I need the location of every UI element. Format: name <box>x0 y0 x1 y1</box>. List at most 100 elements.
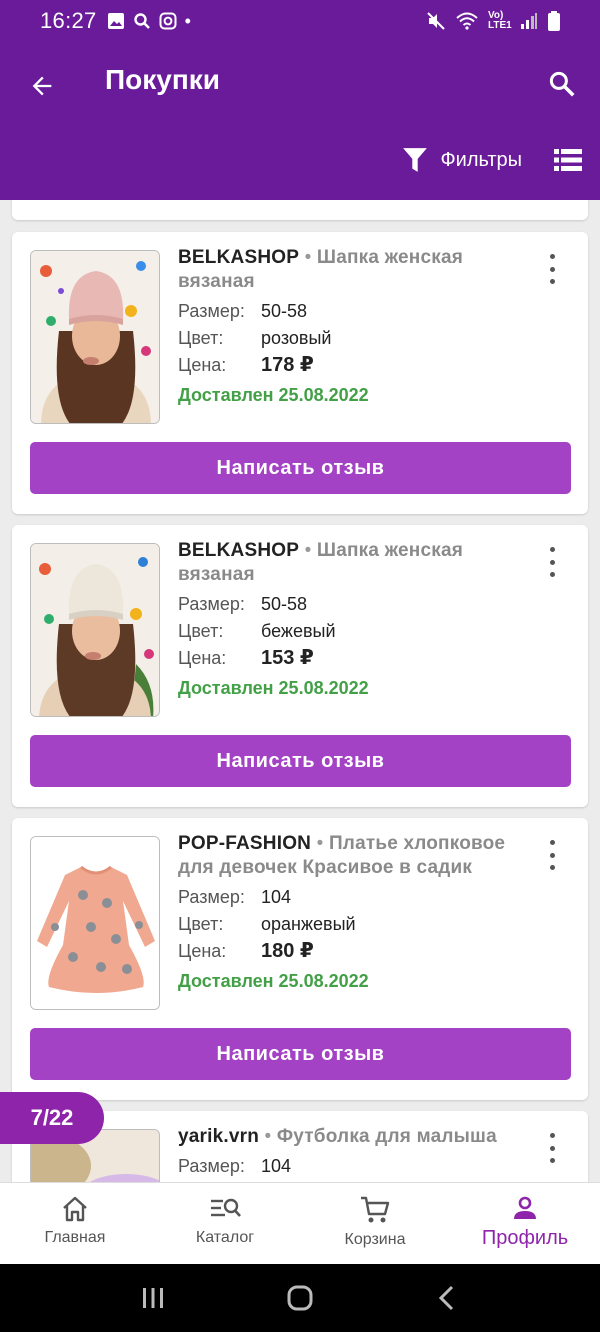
catalog-search-icon <box>211 1198 241 1217</box>
product-name[interactable]: POP-FASHION • Платье хлопковое для девоч… <box>178 832 528 880</box>
more-options-icon[interactable] <box>540 840 564 870</box>
product-info: BELKASHOP • Шапка женская вязаная Размер… <box>178 539 528 699</box>
filters-label: Фильтры <box>440 148 522 171</box>
price-row: Цена: 153 ₽ <box>178 645 528 672</box>
bottom-navigation: Главная Каталог Корзина Профиль <box>0 1182 600 1264</box>
back-nav-icon[interactable] <box>435 1284 459 1312</box>
nav-label: Каталог <box>195 1229 255 1246</box>
nav-label: Профиль <box>481 1227 569 1249</box>
product-image[interactable] <box>30 543 160 717</box>
list-view-icon <box>554 149 582 171</box>
size-row: Размер: 104 <box>178 1153 528 1180</box>
color-value: бежевый <box>261 621 336 641</box>
recent-apps-icon[interactable] <box>141 1286 165 1310</box>
nav-item-cart[interactable]: Корзина <box>300 1183 450 1264</box>
app-bar: Покупки Фильтры <box>0 42 600 200</box>
price-label: Цена: <box>178 355 227 375</box>
system-navigation-bar <box>0 1264 600 1332</box>
notification-icons: • <box>107 11 191 32</box>
home-button-icon[interactable] <box>286 1284 314 1312</box>
back-button[interactable] <box>22 66 62 106</box>
price-value: 153 ₽ <box>261 647 314 669</box>
product-name[interactable]: BELKASHOP • Шапка женская вязаная <box>178 246 528 294</box>
size-label: Размер: <box>178 594 245 614</box>
delivery-status: Доставлен 25.08.2022 <box>178 678 369 698</box>
price-value: 180 ₽ <box>261 940 314 962</box>
write-review-button[interactable]: Написать отзыв <box>30 442 571 494</box>
brand-name: yarik.vrn <box>178 1126 260 1147</box>
product-info: POP-FASHION • Платье хлопковое для девоч… <box>178 832 528 992</box>
brand-name: POP-FASHION <box>178 833 312 854</box>
search-icon <box>549 71 575 97</box>
size-value: 50-58 <box>261 301 308 321</box>
brand-name: BELKASHOP <box>178 540 300 561</box>
nav-label: Главная <box>44 1229 106 1246</box>
delivery-status: Доставлен 25.08.2022 <box>178 971 369 991</box>
color-row: Цвет: бежевый <box>178 618 528 645</box>
product-name[interactable]: BELKASHOP • Шапка женская вязаная <box>178 539 528 587</box>
size-row: Размер: 50-58 <box>178 298 528 325</box>
price-row: Цена: 180 ₽ <box>178 938 528 965</box>
search-button[interactable] <box>542 64 582 104</box>
nav-item-profile[interactable]: Профиль <box>450 1183 600 1264</box>
size-label: Размер: <box>178 301 245 321</box>
dot-icon: • <box>184 10 191 31</box>
purchase-card: BELKASHOP • Шапка женская вязаная Размер… <box>12 525 588 807</box>
nav-item-home[interactable]: Главная <box>0 1183 150 1264</box>
status-bar: 16:27 • Vo) LTE1 <box>0 0 600 42</box>
delivery-status: Доставлен 25.08.2022 <box>178 385 369 405</box>
view-mode-button[interactable] <box>554 148 582 177</box>
color-label: Цвет: <box>178 621 224 641</box>
purchases-list[interactable]: BELKASHOP • Шапка женская вязаная Размер… <box>0 200 600 1182</box>
network-label: Vo) LTE1 <box>488 10 512 31</box>
filter-icon <box>403 148 428 172</box>
nav-item-catalog[interactable]: Каталог <box>150 1183 300 1264</box>
mute-icon <box>427 12 445 30</box>
clock: 16:27 <box>40 8 97 33</box>
color-value: оранжевый <box>261 914 356 934</box>
search-notification-icon <box>133 13 150 29</box>
color-row: Цвет: розовый <box>178 325 528 352</box>
brand-name: BELKASHOP <box>178 247 300 268</box>
signal-icon <box>521 13 537 29</box>
price-label: Цена: <box>178 941 227 961</box>
product-image[interactable] <box>30 250 160 424</box>
write-review-button[interactable]: Написать отзыв <box>30 1028 571 1080</box>
product-info: yarik.vrn • Футболка для малыша Размер: 1… <box>178 1125 528 1180</box>
filters-button[interactable]: Фильтры <box>402 146 522 174</box>
wifi-icon <box>456 12 478 30</box>
purchase-card: POP-FASHION • Платье хлопковое для девоч… <box>12 818 588 1100</box>
more-options-icon[interactable] <box>540 547 564 577</box>
size-value: 104 <box>261 1156 292 1176</box>
product-image[interactable] <box>30 836 160 1010</box>
color-row: Цвет: оранжевый <box>178 911 528 938</box>
battery-icon <box>548 11 560 31</box>
color-label: Цвет: <box>178 914 224 934</box>
page-counter-badge: 7/22 <box>0 1092 104 1144</box>
profile-icon <box>514 1196 536 1219</box>
write-review-button[interactable]: Написать отзыв <box>30 735 571 787</box>
instagram-icon <box>159 12 177 30</box>
page-title: Покупки <box>105 64 220 95</box>
price-value: 178 ₽ <box>261 354 314 376</box>
cart-icon <box>361 1196 390 1223</box>
color-label: Цвет: <box>178 328 224 348</box>
arrow-back-icon <box>32 76 52 96</box>
size-value: 104 <box>261 887 292 907</box>
color-value: розовый <box>261 328 332 348</box>
more-options-icon[interactable] <box>540 1133 564 1163</box>
nav-label: Корзина <box>344 1231 406 1248</box>
size-value: 50-58 <box>261 594 308 614</box>
purchase-card: BELKASHOP • Шапка женская вязаная Размер… <box>12 232 588 514</box>
size-row: Размер: 50-58 <box>178 591 528 618</box>
more-options-icon[interactable] <box>540 254 564 284</box>
product-info: BELKASHOP • Шапка женская вязаная Размер… <box>178 246 528 406</box>
home-icon <box>63 1196 87 1222</box>
price-label: Цена: <box>178 648 227 668</box>
previous-card-fragment <box>12 200 588 220</box>
product-name[interactable]: yarik.vrn • Футболка для малыша <box>178 1125 528 1149</box>
price-row: Цена: 178 ₽ <box>178 352 528 379</box>
product-title: Футболка для малыша <box>276 1126 497 1147</box>
system-icons: Vo) LTE1 <box>426 11 560 31</box>
size-label: Размер: <box>178 1156 245 1176</box>
